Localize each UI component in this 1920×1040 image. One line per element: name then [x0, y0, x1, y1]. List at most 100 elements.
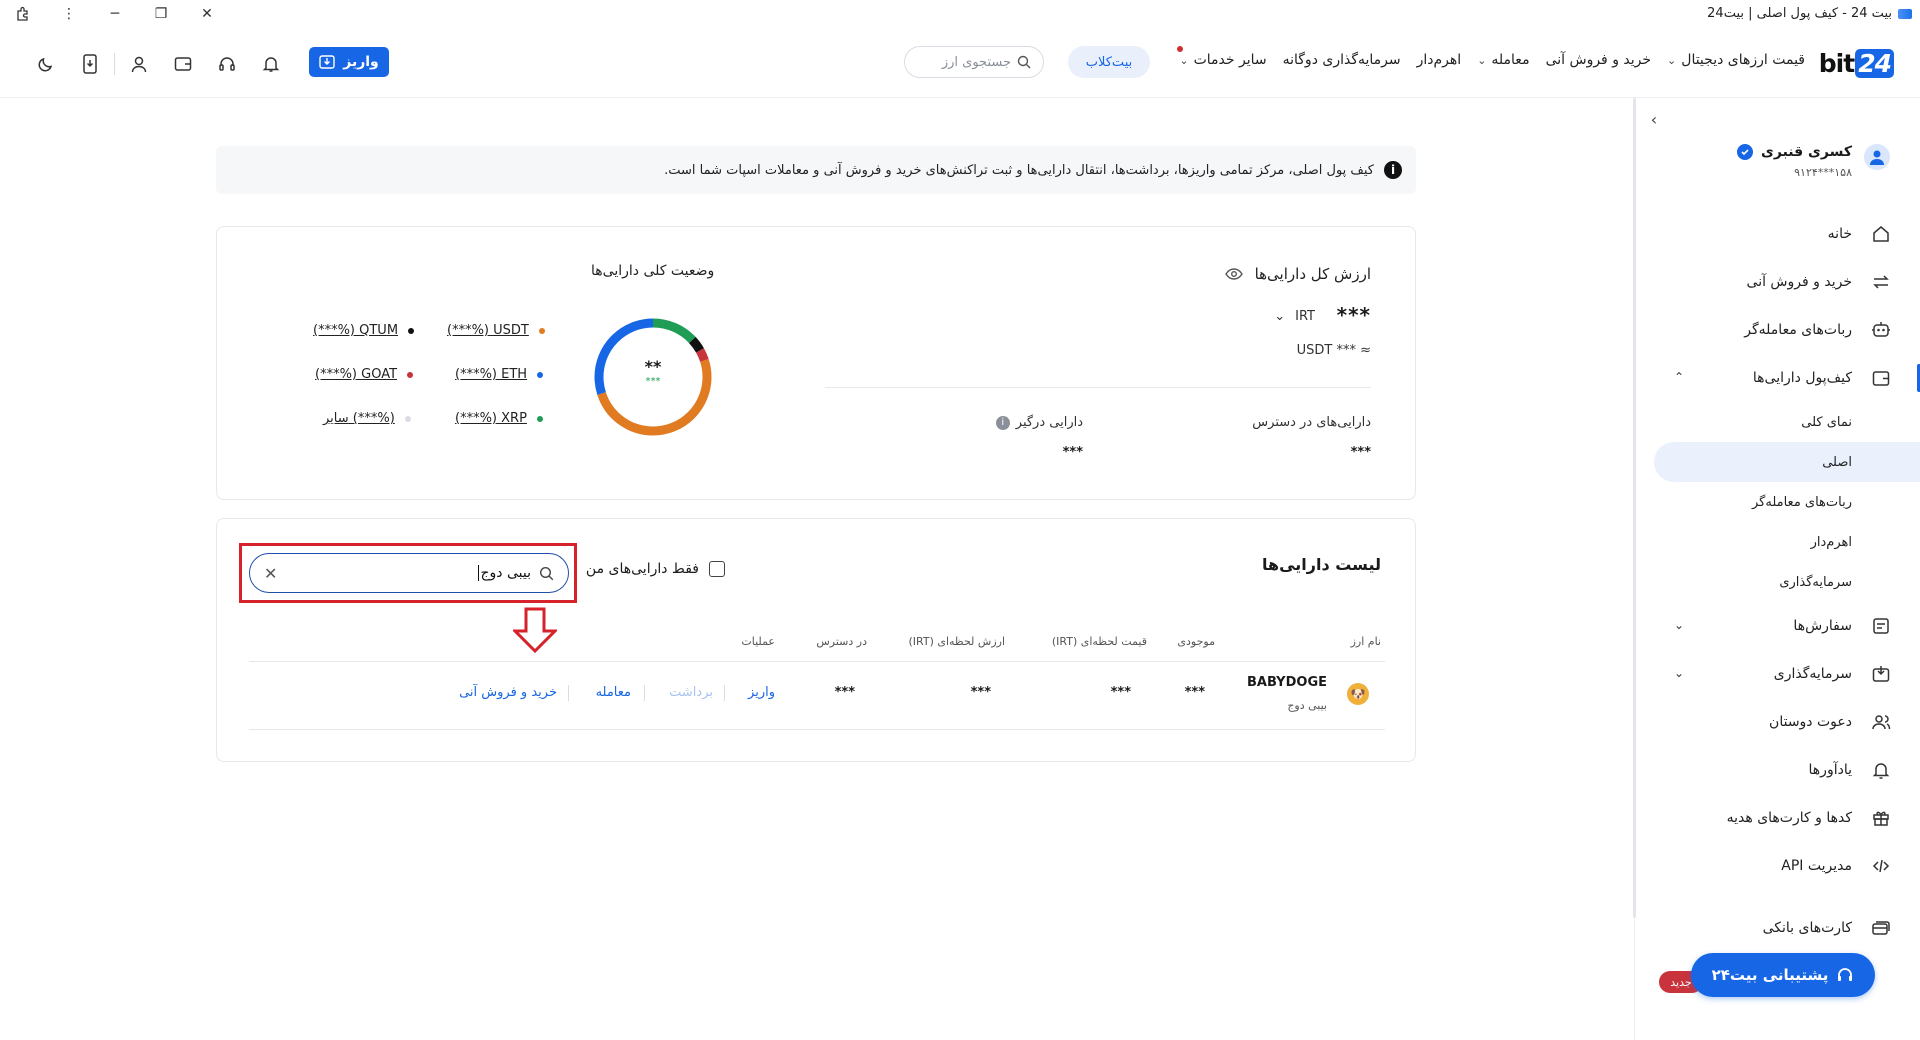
sidebar-item-instant-trade[interactable]: خرید و فروش آنی	[1634, 258, 1920, 306]
collapse-sidebar-icon[interactable]: ›	[1645, 110, 1663, 129]
instant-trade-action-link[interactable]: خرید و فروش آنی	[459, 685, 557, 700]
nav-crypto-prices[interactable]: قیمت ارزهای دیجیتال ⌄	[1667, 52, 1805, 68]
notifications-bell-icon[interactable]	[249, 50, 293, 78]
cell-available: ***	[834, 685, 855, 700]
available-assets-label: دارایی‌های در دسترس	[1252, 415, 1371, 430]
sidebar-item-invite[interactable]: دعوت دوستان	[1634, 698, 1920, 746]
nav-other-services[interactable]: سایر خدمات ⌄	[1177, 46, 1267, 68]
code-icon	[1870, 855, 1892, 877]
support-label: پشتیبانی بیت۲۴	[1711, 966, 1829, 984]
chevron-up-icon[interactable]: ⌃	[1674, 370, 1684, 384]
legend-item-usdt[interactable]: (***%) USDT	[447, 323, 545, 338]
legend-dot	[538, 327, 545, 334]
nav-dual-invest[interactable]: سرمایه‌گذاری دوگانه	[1283, 52, 1401, 68]
sidebar-item-bank-cards[interactable]: کارت‌های بانکی	[1634, 904, 1920, 952]
window-controls: ⋮ ─ ❐ ✕	[0, 0, 230, 28]
clear-search-icon[interactable]: ✕	[264, 564, 277, 583]
wallet-icon[interactable]	[161, 50, 205, 78]
bit24-logo[interactable]: bit 24	[1819, 48, 1894, 78]
eye-icon[interactable]	[1224, 267, 1243, 281]
sidebar-item-orders[interactable]: سفارش‌ها ⌄	[1634, 602, 1920, 650]
sidebar-subitem-overview[interactable]: نمای کلی	[1634, 402, 1920, 442]
trade-action-link[interactable]: معامله	[596, 685, 631, 700]
sidebar-subitem-main[interactable]: اصلی	[1654, 442, 1920, 482]
nav-instant-trade[interactable]: خرید و فروش آنی	[1546, 52, 1651, 68]
sidebar-item-wallet[interactable]: کیف‌پول دارایی‌ها ⌃	[1634, 354, 1920, 402]
chevron-down-icon: ⌄	[1667, 53, 1677, 67]
deposit-action-link[interactable]: واریز	[748, 685, 775, 700]
locked-assets-label: دارایی درگیر i	[995, 415, 1083, 430]
card-icon	[1870, 917, 1892, 939]
sidebar-item-reminders[interactable]: یادآورها	[1634, 746, 1920, 794]
info-text: کیف پول اصلی، مرکز تمامی واریزها، برداشت…	[664, 162, 1374, 178]
legend-label: (***%) QTUM	[313, 323, 399, 338]
search-icon	[1017, 55, 1031, 69]
support-button[interactable]: پشتیبانی بیت۲۴	[1691, 953, 1875, 997]
donut-center-value: **	[644, 357, 662, 376]
nav-link-label: معامله	[1491, 52, 1530, 68]
sidebar-item-home[interactable]: خانه	[1634, 210, 1920, 258]
deposit-button[interactable]: واریز	[309, 47, 389, 77]
top-navigation: bit 24 قیمت ارزهای دیجیتال ⌄ خرید و فروش آ…	[0, 28, 1920, 98]
sidebar-item-gift-codes[interactable]: کدها و کارت‌های هدیه	[1634, 794, 1920, 842]
legend-item-goat[interactable]: (***%) GOAT	[315, 367, 414, 382]
sidebar-subitem-investment[interactable]: سرمایه‌گذاری	[1634, 562, 1920, 602]
only-mine-checkbox[interactable]	[709, 561, 725, 577]
main-scrollbar[interactable]	[1633, 98, 1636, 918]
chevron-down-icon[interactable]: ⌄	[1674, 666, 1684, 680]
close-window-icon[interactable]: ✕	[184, 0, 230, 28]
deposit-label: واریز	[343, 54, 379, 70]
user-profile-icon[interactable]	[117, 50, 161, 78]
bitclub-button[interactable]: بیت‌کلاب	[1068, 46, 1150, 78]
sidebar-item-api[interactable]: مدیریت API	[1634, 842, 1920, 890]
col-header-balance: موجودی	[1177, 635, 1215, 648]
sidebar-item-label: ربات‌های معامله‌گر	[1744, 322, 1852, 338]
sidebar-item-investment[interactable]: سرمایه‌گذاری ⌄	[1634, 650, 1920, 698]
download-app-icon[interactable]	[68, 50, 112, 78]
only-my-assets-toggle[interactable]: فقط دارایی‌های من	[586, 561, 725, 577]
legend-item-eth[interactable]: (***%) ETH	[455, 367, 544, 382]
sidebar-subitem-leverage[interactable]: اهرم‌دار	[1634, 522, 1920, 562]
table-divider	[249, 661, 1385, 662]
robot-icon	[1870, 319, 1892, 341]
total-value: ***	[1336, 303, 1371, 327]
locked-assets-text: دارایی درگیر	[1015, 415, 1083, 430]
home-icon	[1870, 223, 1892, 245]
more-menu-icon[interactable]: ⋮	[46, 0, 92, 28]
avatar	[1864, 144, 1890, 170]
chevron-down-icon[interactable]: ⌄	[1674, 618, 1684, 632]
col-header-available: در دسترس	[816, 635, 867, 648]
info-icon[interactable]: i	[995, 415, 1010, 430]
sidebar-item-trading-bots[interactable]: ربات‌های معامله‌گر	[1634, 306, 1920, 354]
asset-list-card: لیست دارایی‌ها فقط دارایی‌های من بیبی دو…	[216, 518, 1416, 762]
action-separator	[724, 685, 725, 701]
asset-search-input[interactable]: بیبی دوج ✕	[249, 553, 569, 593]
top-search-input[interactable]: جستجوی ارز	[904, 46, 1044, 78]
withdraw-action-link[interactable]: برداشت	[669, 685, 713, 700]
legend-item-other[interactable]: سایر (***%)	[323, 411, 411, 426]
divider	[825, 387, 1371, 388]
headset-support-icon[interactable]	[205, 50, 249, 78]
user-card[interactable]: کسری قنبری ۹۱۲۴***۱۵۸	[1737, 144, 1890, 179]
donut-center-sub: ***	[645, 376, 661, 387]
sidebar-menu: خانه خرید و فروش آنی ربات‌های معامله‌گر …	[1634, 210, 1920, 952]
nav-leverage[interactable]: اهرم‌دار	[1417, 52, 1462, 68]
donut-center: ** ***	[591, 357, 715, 387]
dark-mode-icon[interactable]	[24, 50, 68, 78]
currency-label: IRT	[1295, 309, 1315, 324]
nav-trade[interactable]: معامله ⌄	[1477, 52, 1529, 68]
chevron-down-icon: ⌄	[1179, 53, 1189, 67]
window-titlebar: بیت 24 - کیف پول اصلی | بیت24 ⋮ ─ ❐ ✕	[0, 0, 1920, 28]
asset-legend: (***%) USDT (***%) QTUM (***%) ETH (***%…	[313, 323, 549, 443]
sidebar-subitem-bots[interactable]: ربات‌های معامله‌گر	[1634, 482, 1920, 522]
extensions-icon[interactable]	[0, 0, 46, 28]
currency-selector[interactable]: IRT ⌄	[1274, 309, 1315, 324]
legend-item-xrp[interactable]: (***%) XRP	[455, 411, 543, 426]
legend-item-qtum[interactable]: (***%) QTUM	[313, 323, 415, 338]
annotation-arrow-down-icon	[513, 607, 557, 653]
restore-icon[interactable]: ❐	[138, 0, 184, 28]
minimize-icon[interactable]: ─	[92, 0, 138, 28]
legend-dot	[408, 327, 415, 334]
user-name: کسری قنبری	[1737, 144, 1852, 160]
